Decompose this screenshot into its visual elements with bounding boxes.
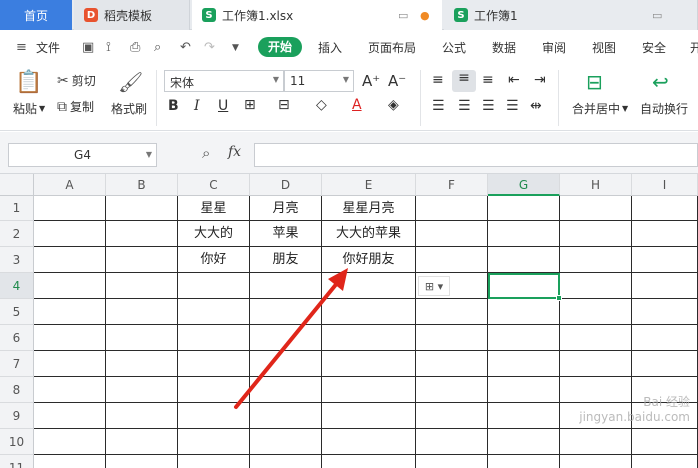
watermark: Bai 经验 jingyan.baidu.com bbox=[540, 395, 690, 425]
watermark-line2: jingyan.baidu.com bbox=[579, 410, 690, 424]
watermark-line1: Bai 经验 bbox=[643, 395, 690, 409]
arrow-shaft bbox=[234, 280, 340, 409]
